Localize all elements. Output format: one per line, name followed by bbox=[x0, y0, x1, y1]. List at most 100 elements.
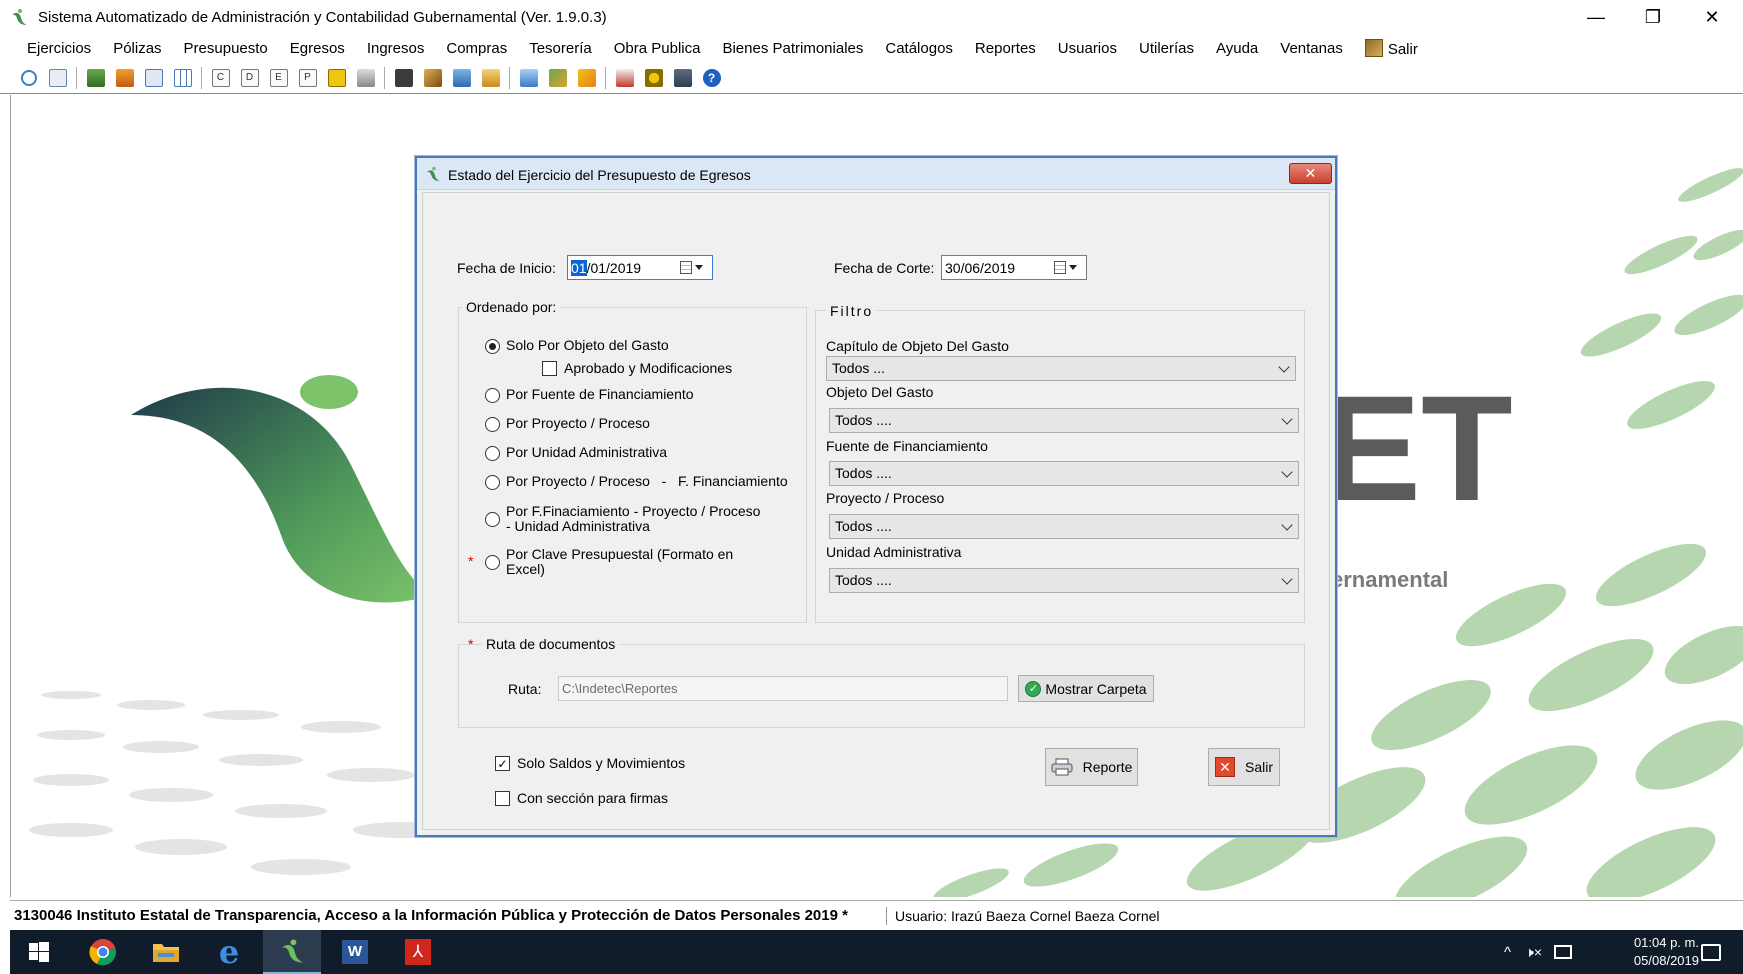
salir-button[interactable]: ✕ Salir bbox=[1208, 748, 1280, 786]
radio-unidad-administrativa[interactable]: Por Unidad Administrativa bbox=[485, 445, 667, 461]
fecha-inicio-picker[interactable]: 01/01/2019 bbox=[567, 255, 713, 280]
menu-salir[interactable]: Salir bbox=[1354, 38, 1429, 58]
package-button[interactable] bbox=[476, 65, 505, 91]
unidad-select[interactable]: Todos .... bbox=[829, 568, 1299, 593]
budget-button[interactable] bbox=[322, 65, 351, 91]
notifications-button[interactable] bbox=[1686, 930, 1736, 974]
tray-chevron-icon[interactable]: ^ bbox=[1504, 944, 1511, 961]
capitulo-select[interactable]: Todos ... bbox=[826, 356, 1296, 381]
reporte-label: Reporte bbox=[1082, 759, 1133, 775]
transfer-button[interactable] bbox=[110, 65, 139, 91]
radio-proyecto-financiamiento[interactable]: Por Proyecto / Proceso - F. Financiamien… bbox=[485, 474, 788, 490]
unidad-value: Todos .... bbox=[835, 572, 892, 588]
solo-saldos-checkbox[interactable]: ✓ bbox=[495, 756, 510, 771]
edit-button[interactable] bbox=[418, 65, 447, 91]
map-icon bbox=[577, 68, 596, 87]
radio-financiamiento-proyecto-unidad[interactable]: Por F.Finaciamiento - Proyecto / Proceso… bbox=[485, 504, 760, 534]
restore-button[interactable]: ❐ bbox=[1625, 0, 1681, 34]
database-button[interactable] bbox=[668, 65, 697, 91]
tools-button[interactable] bbox=[543, 65, 572, 91]
menu-utilerias[interactable]: Utilerías bbox=[1128, 40, 1205, 57]
dialog-body: Fecha de Inicio: 01/01/2019 Fecha de Cor… bbox=[422, 192, 1330, 830]
fecha-inicio-dropdown[interactable] bbox=[680, 259, 708, 276]
radio-fin-proy-unidad-button[interactable] bbox=[485, 512, 500, 527]
radio-fin-proy-unidad-line2: - Unidad Administrativa bbox=[506, 518, 650, 534]
dialog-close-button[interactable]: ✕ bbox=[1289, 163, 1332, 184]
radio-clave-button[interactable] bbox=[485, 555, 500, 570]
dropdown-arrow-icon bbox=[695, 265, 703, 270]
map-button[interactable] bbox=[572, 65, 601, 91]
word-taskbar-button[interactable]: W bbox=[326, 930, 384, 974]
c-button[interactable]: C bbox=[206, 65, 235, 91]
dialog-title: Estado del Ejercicio del Presupuesto de … bbox=[448, 167, 751, 183]
minimize-button[interactable]: — bbox=[1568, 0, 1624, 34]
ruta-input[interactable]: C:\Indetec\Reportes bbox=[558, 676, 1008, 701]
radio-fuente-button[interactable] bbox=[485, 388, 500, 403]
users-button[interactable] bbox=[639, 65, 668, 91]
document-button[interactable] bbox=[43, 65, 72, 91]
radio-unidad-button[interactable] bbox=[485, 446, 500, 461]
menu-polizas[interactable]: Pólizas bbox=[102, 40, 172, 57]
fecha-corte-dropdown[interactable] bbox=[1054, 259, 1082, 276]
close-x-icon: ✕ bbox=[1214, 757, 1235, 777]
grid-button[interactable] bbox=[168, 65, 197, 91]
print-button[interactable] bbox=[351, 65, 380, 91]
d-button[interactable]: D bbox=[235, 65, 264, 91]
explorer-taskbar-button[interactable] bbox=[137, 930, 195, 974]
catalog-button[interactable] bbox=[514, 65, 543, 91]
radio-objeto-gasto[interactable]: Solo Por Objeto del Gasto bbox=[485, 338, 669, 354]
fecha-corte-picker[interactable]: 30/06/2019 bbox=[941, 255, 1087, 280]
menu-reportes[interactable]: Reportes bbox=[964, 40, 1047, 57]
volume-muted-icon[interactable]: 🕨× bbox=[1525, 944, 1542, 961]
menu-catalogos[interactable]: Catálogos bbox=[874, 40, 964, 57]
menu-ingresos[interactable]: Ingresos bbox=[356, 40, 436, 57]
refresh-button[interactable] bbox=[14, 65, 43, 91]
network-icon[interactable] bbox=[1554, 945, 1573, 959]
menu-tesoreria[interactable]: Tesorería bbox=[518, 40, 603, 57]
clipboard-button[interactable] bbox=[389, 65, 418, 91]
close-window-button[interactable]: ✕ bbox=[1684, 0, 1740, 34]
radio-proyecto-fin-button[interactable] bbox=[485, 475, 500, 490]
menu-bienes-patrimoniales[interactable]: Bienes Patrimoniales bbox=[711, 40, 874, 57]
menu-compras[interactable]: Compras bbox=[435, 40, 518, 57]
aprobado-modificaciones-checkbox[interactable] bbox=[542, 361, 557, 376]
radio-fin-proy-unidad-line1: Por F.Finaciamiento - Proyecto / Proceso bbox=[506, 503, 761, 519]
checklist-button[interactable] bbox=[139, 65, 168, 91]
menu-ejercicios[interactable]: Ejercicios bbox=[16, 40, 102, 57]
transfer-icon bbox=[115, 68, 134, 87]
radio-proyecto-proceso[interactable]: Por Proyecto / Proceso bbox=[485, 416, 650, 432]
e-button[interactable]: E bbox=[264, 65, 293, 91]
seccion-firmas-checkbox[interactable] bbox=[495, 791, 510, 806]
radio-proyecto-button[interactable] bbox=[485, 417, 500, 432]
start-button[interactable] bbox=[10, 930, 68, 974]
proyecto-label: Proyecto / Proceso bbox=[826, 490, 945, 506]
menu-obra-publica[interactable]: Obra Publica bbox=[603, 40, 712, 57]
help-button[interactable]: ? bbox=[697, 65, 726, 91]
objeto-select[interactable]: Todos .... bbox=[829, 408, 1299, 433]
menu-presupuesto[interactable]: Presupuesto bbox=[173, 40, 279, 57]
warehouse-button[interactable] bbox=[447, 65, 476, 91]
menu-usuarios[interactable]: Usuarios bbox=[1047, 40, 1128, 57]
menu-egresos[interactable]: Egresos bbox=[279, 40, 356, 57]
acrobat-taskbar-button[interactable]: ⅄ bbox=[389, 930, 447, 974]
polizas-button[interactable] bbox=[81, 65, 110, 91]
solo-saldos-label: Solo Saldos y Movimientos bbox=[517, 755, 686, 771]
radio-objeto-gasto-button[interactable] bbox=[485, 339, 500, 354]
e-letter-icon: E bbox=[269, 68, 288, 87]
radio-clave-presupuestal[interactable]: Por Clave Presupuestal (Formato en Excel… bbox=[485, 547, 733, 577]
proyecto-select[interactable]: Todos .... bbox=[829, 514, 1299, 539]
mostrar-carpeta-button[interactable]: ✓ Mostrar Carpeta bbox=[1018, 675, 1154, 702]
edge-taskbar-button[interactable]: e bbox=[200, 930, 258, 974]
radio-fuente-financiamiento[interactable]: Por Fuente de Financiamiento bbox=[485, 387, 694, 403]
capitulo-value: Todos ... bbox=[832, 360, 885, 376]
tree-button[interactable] bbox=[610, 65, 639, 91]
fuente-select[interactable]: Todos .... bbox=[829, 461, 1299, 486]
p-button[interactable]: P bbox=[293, 65, 322, 91]
menu-ayuda[interactable]: Ayuda bbox=[1205, 40, 1269, 57]
sacg-taskbar-button[interactable] bbox=[263, 930, 321, 974]
fecha-inicio-selected: 01 bbox=[571, 259, 587, 276]
unidad-label: Unidad Administrativa bbox=[826, 544, 962, 560]
reporte-button[interactable]: Reporte bbox=[1045, 748, 1138, 786]
menu-ventanas[interactable]: Ventanas bbox=[1269, 40, 1354, 57]
chrome-taskbar-button[interactable] bbox=[74, 930, 132, 974]
